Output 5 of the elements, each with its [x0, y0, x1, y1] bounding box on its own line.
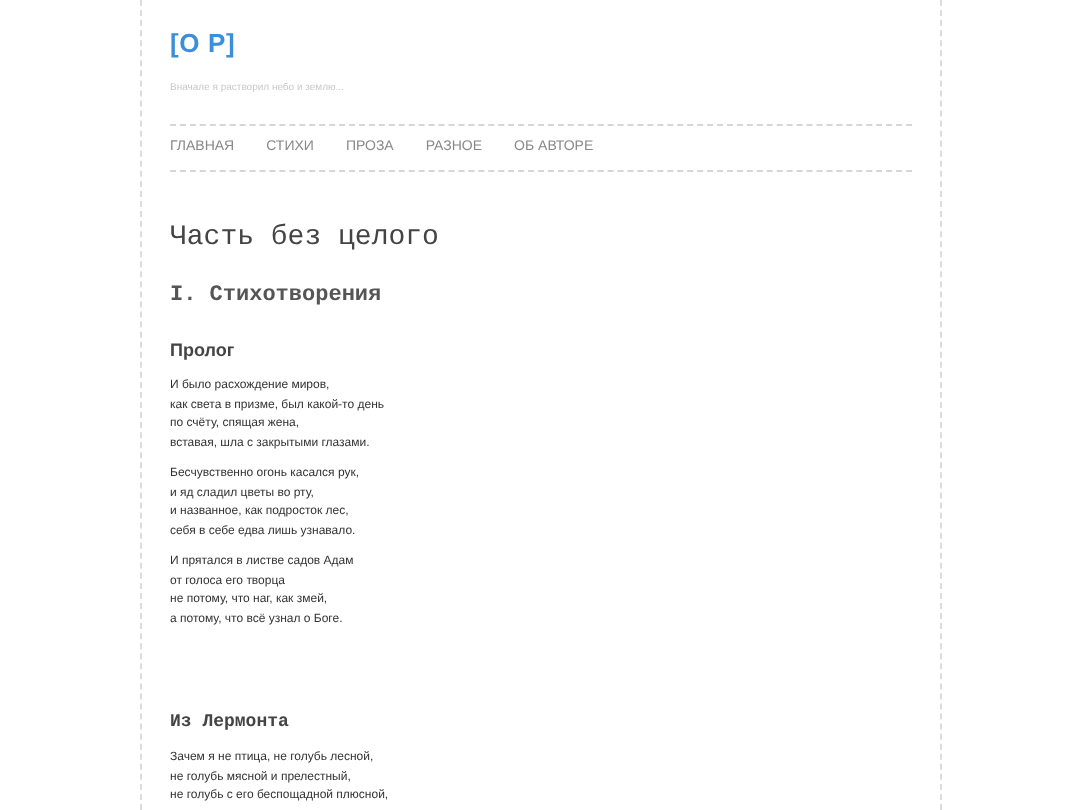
poem-title: Из Лермонта: [170, 710, 291, 734]
poem-title: Пролог: [170, 338, 237, 362]
site-logo[interactable]: [O P]: [170, 28, 912, 60]
section-heading: I. Стихотворения: [170, 282, 384, 310]
page-title: Часть без целого: [170, 220, 441, 256]
